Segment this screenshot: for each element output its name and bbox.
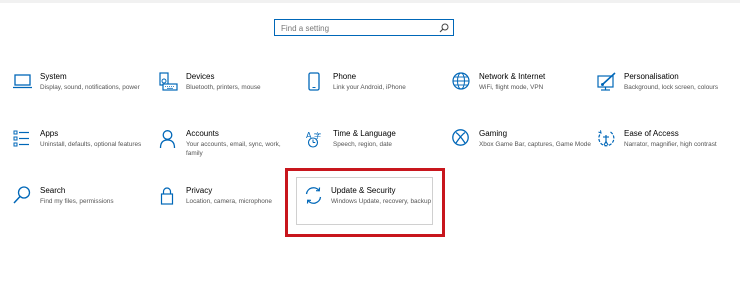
tile-description: Find my files, permissions (40, 198, 114, 205)
tile-description: Xbox Game Bar, captures, Game Mode (479, 141, 591, 148)
search-input[interactable] (281, 22, 431, 34)
tile-description: Background, lock screen, colours (624, 84, 719, 91)
tile-personalisation[interactable]: Personalisation Background, lock screen,… (597, 72, 737, 124)
tile-description: Uninstall, defaults, optional features (40, 141, 142, 148)
tile-search[interactable]: Search Find my files, permissions (13, 186, 153, 238)
highlight-annotation-box (285, 168, 445, 237)
tile-description: Display, sound, notifications, power (40, 84, 140, 91)
tile-description: Speech, region, date (333, 141, 392, 148)
person-icon (159, 129, 179, 149)
tile-description: Bluetooth, printers, mouse (186, 84, 261, 91)
tile-accounts[interactable]: Accounts Your accounts, email, sync, wor… (159, 129, 299, 181)
laptop-icon (13, 72, 33, 92)
tile-gaming[interactable]: Gaming Xbox Game Bar, captures, Game Mod… (452, 129, 592, 181)
keyboard-speaker-icon (159, 72, 179, 92)
tile-title: Personalisation (624, 72, 679, 81)
tile-system[interactable]: System Display, sound, notifications, po… (13, 72, 153, 124)
tile-ease-of-access[interactable]: Ease of Access Narrator, magnifier, high… (597, 129, 737, 181)
globe-icon (452, 72, 472, 92)
search-icon[interactable] (439, 23, 449, 33)
tile-description: Narrator, magnifier, high contrast (624, 141, 717, 148)
phone-icon (306, 72, 326, 92)
tile-description: WiFi, flight mode, VPN (479, 84, 544, 91)
tile-apps[interactable]: Apps Uninstall, defaults, optional featu… (13, 129, 153, 181)
tile-title: System (40, 72, 67, 81)
ease-of-access-icon (597, 129, 617, 149)
tile-title: Apps (40, 129, 59, 138)
tile-privacy[interactable]: Privacy Location, camera, microphone (159, 186, 299, 238)
lock-icon (159, 186, 179, 206)
tile-title: Privacy (186, 186, 213, 195)
tile-description: Link your Android, iPhone (333, 84, 406, 91)
tile-network-internet[interactable]: Network & Internet WiFi, flight mode, VP… (452, 72, 592, 124)
tile-title: Devices (186, 72, 215, 81)
tile-phone[interactable]: Phone Link your Android, iPhone (306, 72, 446, 124)
tile-title: Search (40, 186, 66, 195)
tile-description: Your accounts, email, sync, work, family (186, 141, 281, 157)
xbox-icon (452, 129, 472, 149)
tile-title: Ease of Access (624, 129, 679, 138)
tile-title: Accounts (186, 129, 219, 138)
apps-list-icon (13, 129, 33, 149)
tile-title: Phone (333, 72, 357, 81)
tile-title: Network & Internet (479, 72, 546, 81)
tile-description: Location, camera, microphone (186, 198, 272, 205)
search-icon (13, 186, 33, 206)
top-border (0, 0, 740, 3)
brush-screen-icon (597, 72, 617, 92)
tile-devices[interactable]: Devices Bluetooth, printers, mouse (159, 72, 299, 124)
tile-title: Gaming (479, 129, 508, 138)
search-box[interactable] (274, 19, 454, 36)
time-language-icon: A 字 (306, 129, 326, 149)
tile-title: Time & Language (333, 129, 396, 138)
